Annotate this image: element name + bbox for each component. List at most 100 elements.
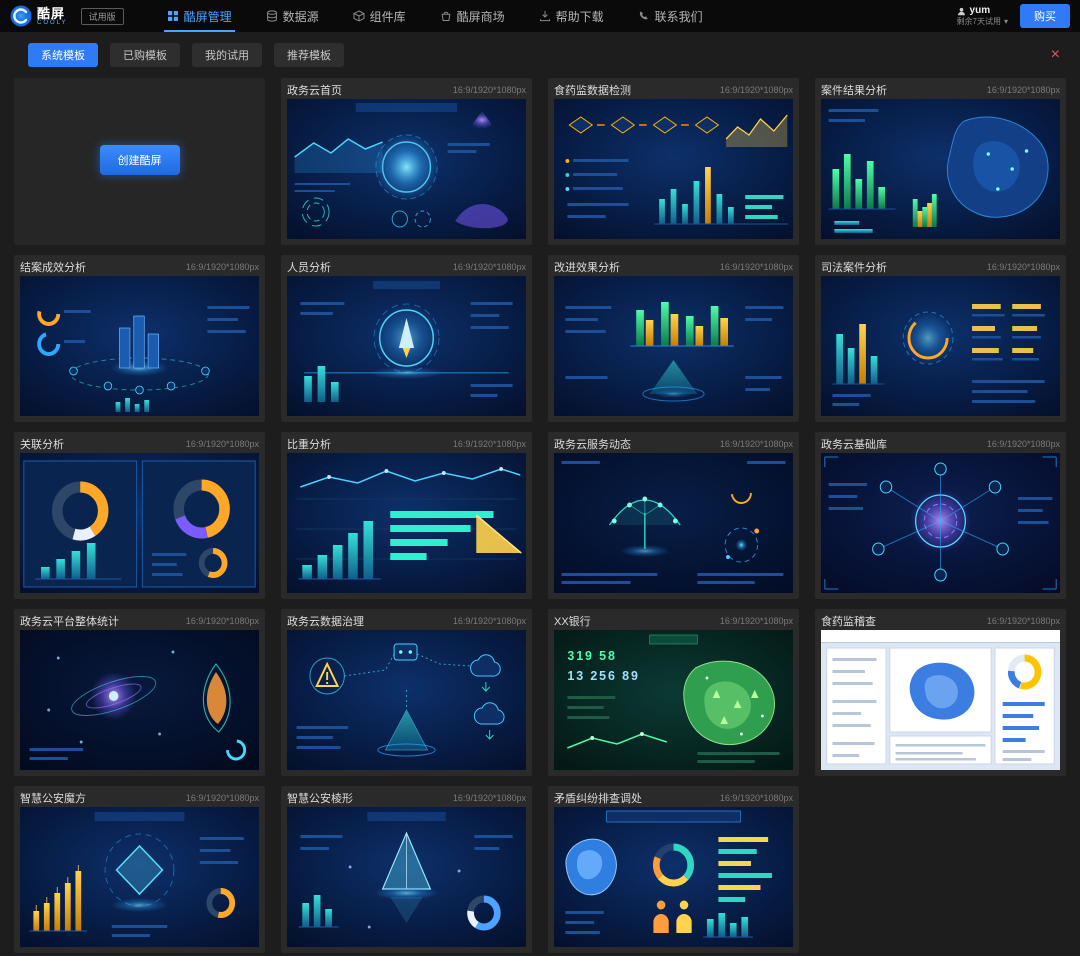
template-preview[interactable] — [554, 276, 793, 416]
template-size: 16:9/1920*1080px — [720, 793, 793, 803]
template-card[interactable]: 关联分析16:9/1920*1080px — [14, 432, 265, 599]
filter-tabs: 系统模板 已购模板 我的试用 推荐模板 × — [0, 32, 1080, 74]
template-size: 16:9/1920*1080px — [453, 85, 526, 95]
nav-label: 帮助下载 — [556, 8, 604, 25]
template-card[interactable]: 比重分析16:9/1920*1080px — [281, 432, 532, 599]
template-card[interactable]: 人员分析16:9/1920*1080px — [281, 255, 532, 422]
template-size: 16:9/1920*1080px — [720, 616, 793, 626]
template-card[interactable]: XX银行16:9/1920*1080px 319 58 13 256 89 — [548, 609, 799, 776]
preview-art-personnel — [287, 276, 526, 416]
template-preview[interactable] — [287, 453, 526, 593]
template-card[interactable]: 食药监数据检测16:9/1920*1080px — [548, 78, 799, 245]
template-preview[interactable] — [821, 453, 1060, 593]
template-card[interactable]: 矛盾纠纷排查调处16:9/1920*1080px — [548, 786, 799, 953]
template-card[interactable]: 司法案件分析16:9/1920*1080px — [815, 255, 1066, 422]
preview-art-service-dynamics — [554, 453, 793, 593]
template-preview[interactable] — [821, 630, 1060, 770]
database-icon — [266, 10, 278, 22]
nav-label: 酷屏管理 — [184, 8, 232, 25]
template-preview[interactable] — [287, 99, 526, 239]
preview-art-bank: 319 58 13 256 89 — [554, 630, 793, 770]
template-title: 政务云首页 — [287, 82, 342, 98]
preview-art-police-prism — [287, 807, 526, 947]
template-title: 政务云服务动态 — [554, 436, 631, 452]
cube-icon — [353, 10, 365, 22]
template-card[interactable]: 智慧公安魔方16:9/1920*1080px — [14, 786, 265, 953]
preview-art-food-drug-inspection — [821, 630, 1060, 770]
nav-screen-management[interactable]: 酷屏管理 — [150, 0, 249, 32]
template-title: 智慧公安棱形 — [287, 790, 353, 806]
template-preview[interactable] — [554, 807, 793, 947]
preview-art-dispute-resolution — [554, 807, 793, 947]
tab-purchased-templates[interactable]: 已购模板 — [110, 43, 180, 67]
nav-label: 联系我们 — [655, 8, 703, 25]
preview-art-improvement — [554, 276, 793, 416]
template-preview[interactable] — [287, 807, 526, 947]
template-title: 政务云数据治理 — [287, 613, 364, 629]
template-card[interactable]: 政务云服务动态 16:9/1920*1080px — [548, 432, 799, 599]
template-card[interactable]: 政务云首页 16:9/1920*1080px — [281, 78, 532, 245]
template-preview[interactable] — [287, 276, 526, 416]
preview-art-proportion — [287, 453, 526, 593]
bank-counter-1: 319 58 — [567, 648, 616, 663]
template-card[interactable]: 智慧公安棱形 16:9/1920*1080px — [281, 786, 532, 953]
template-title: 司法案件分析 — [821, 259, 887, 275]
template-preview[interactable] — [20, 276, 259, 416]
template-title: 智慧公安魔方 — [20, 790, 86, 806]
template-size: 16:9/1920*1080px — [720, 439, 793, 449]
template-preview[interactable] — [287, 630, 526, 770]
template-preview[interactable] — [20, 630, 259, 770]
template-size: 16:9/1920*1080px — [987, 616, 1060, 626]
create-screen-card[interactable]: 创建酷屏 — [14, 78, 265, 245]
template-card[interactable]: 政务云平台整体统计16:9/1920*1080px — [14, 609, 265, 776]
template-card[interactable]: 食药监稽查 16:9/1920*1080px — [815, 609, 1066, 776]
template-size: 16:9/1920*1080px — [453, 793, 526, 803]
nav-screen-market[interactable]: 酷屏商场 — [423, 0, 522, 32]
user-menu[interactable]: yum 剩余7天试用 ▾ — [957, 5, 1008, 27]
template-preview[interactable] — [821, 276, 1060, 416]
template-preview[interactable] — [554, 453, 793, 593]
preview-art-platform-stats — [20, 630, 259, 770]
template-preview[interactable]: 319 58 13 256 89 — [554, 630, 793, 770]
nav-label: 酷屏商场 — [457, 8, 505, 25]
trial-badge: 试用版 — [81, 8, 124, 25]
template-card[interactable]: 结案成效分析16:9/1920*1080px — [14, 255, 265, 422]
logo[interactable]: 酷屏 COOLY 试用版 — [10, 5, 124, 27]
tab-my-trial[interactable]: 我的试用 — [192, 43, 262, 67]
template-title: 政务云基础库 — [821, 436, 887, 452]
template-title: 关联分析 — [20, 436, 64, 452]
buy-button[interactable]: 购买 — [1020, 4, 1070, 28]
tab-recommended-templates[interactable]: 推荐模板 — [274, 43, 344, 67]
preview-art-police-cube — [20, 807, 259, 947]
template-size: 16:9/1920*1080px — [720, 85, 793, 95]
create-screen-button[interactable]: 创建酷屏 — [100, 145, 180, 175]
preview-art-base-library — [821, 453, 1060, 593]
preview-art-food-drug-data — [554, 99, 793, 239]
template-preview[interactable] — [554, 99, 793, 239]
template-title: 食药监稽查 — [821, 613, 876, 629]
template-preview[interactable] — [20, 453, 259, 593]
template-grid: 创建酷屏 政务云首页 16:9/1920*1080px — [0, 74, 1080, 956]
template-size: 16:9/1920*1080px — [453, 616, 526, 626]
template-title: 结案成效分析 — [20, 259, 86, 275]
template-size: 16:9/1920*1080px — [720, 262, 793, 272]
template-size: 16:9/1920*1080px — [987, 439, 1060, 449]
template-preview[interactable] — [821, 99, 1060, 239]
nav-data-source[interactable]: 数据源 — [249, 0, 336, 32]
nav-help-download[interactable]: 帮助下载 — [522, 0, 621, 32]
template-preview[interactable] — [20, 807, 259, 947]
nav-label: 组件库 — [370, 8, 406, 25]
template-card[interactable]: 政务云数据治理 16:9/1920*1080px — [281, 609, 532, 776]
template-card[interactable]: 改进效果分析16:9/1920*1080px — [548, 255, 799, 422]
nav-component-library[interactable]: 组件库 — [336, 0, 423, 32]
template-size: 16:9/1920*1080px — [453, 439, 526, 449]
logo-subtext: COOLY — [37, 20, 68, 26]
template-size: 16:9/1920*1080px — [453, 262, 526, 272]
close-icon[interactable]: × — [1047, 47, 1064, 63]
template-card[interactable]: 案件结果分析16:9/1920*1080px — [815, 78, 1066, 245]
template-title: 案件结果分析 — [821, 82, 887, 98]
nav-contact-us[interactable]: 联系我们 — [621, 0, 720, 32]
tab-system-templates[interactable]: 系统模板 — [28, 43, 98, 67]
template-card[interactable]: 政务云基础库 16:9/1920*1080px — [815, 432, 1066, 599]
bank-counter-2: 13 256 89 — [567, 668, 639, 683]
